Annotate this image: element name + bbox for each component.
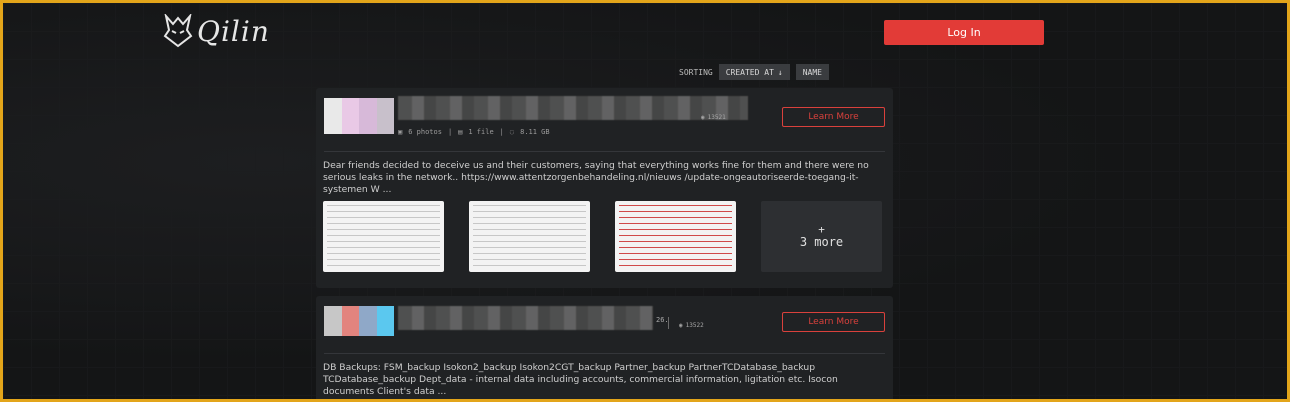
learn-more-button[interactable]: Learn More: [782, 312, 885, 332]
arrow-down-icon: ↓: [777, 67, 783, 77]
photos-icon: ▣: [398, 128, 403, 136]
photos-count: 6 photos: [408, 128, 442, 136]
post-title-blurred[interactable]: [398, 96, 748, 120]
post-title-tail: 26.: [656, 316, 669, 324]
eye-icon: ◉: [701, 114, 705, 121]
files-count: 1 file: [468, 128, 494, 136]
files-size: 8.11 GB: [520, 128, 550, 136]
views-count: 13522: [685, 322, 704, 329]
screenshot-thumbnail[interactable]: [615, 201, 736, 272]
views-count: 13521: [707, 114, 726, 121]
site-logo[interactable]: Qilin: [163, 11, 273, 51]
sort-created-at-label: CREATED AT: [725, 67, 774, 77]
screenshot-thumbnail[interactable]: [323, 201, 444, 272]
post-thumbnail[interactable]: [324, 306, 394, 336]
post-description: DB Backups: FSM_backup Isokon2_backup Is…: [323, 362, 838, 397]
post-description: Dear friends decided to deceive us and t…: [323, 160, 869, 195]
eye-icon: ◉: [679, 322, 683, 329]
storage-icon: ◌: [509, 128, 515, 136]
sorting-label: SORTING: [679, 67, 713, 77]
post-title-blurred[interactable]: [398, 306, 653, 330]
card-divider: [324, 353, 885, 354]
more-label: 3 more: [799, 234, 844, 249]
file-icon: ▤: [458, 128, 463, 136]
more-screenshots-button[interactable]: + 3 more: [761, 201, 882, 272]
logo-text: Qilin: [197, 14, 270, 48]
post-meta: ▣ 6 photos | ▤ 1 file | ◌ 8.11 GB: [398, 128, 550, 136]
separator: [668, 317, 669, 329]
views-counter: ◉ 13521: [701, 114, 726, 121]
login-button[interactable]: Log In: [884, 20, 1044, 45]
qilin-mask-icon: [163, 14, 193, 48]
views-counter: ◉ 13522: [679, 322, 704, 329]
sorting-bar: SORTING CREATED AT ↓ NAME: [679, 64, 829, 80]
sort-name-button[interactable]: NAME: [795, 64, 829, 80]
sort-created-at-button[interactable]: CREATED AT ↓: [718, 64, 790, 80]
plus-icon: +: [818, 222, 825, 236]
page-frame: Qilin Log In SORTING CREATED AT ↓ NAME ◉…: [0, 0, 1290, 402]
card-divider: [324, 151, 885, 152]
screenshot-thumbnail[interactable]: [469, 201, 590, 272]
post-card: 26. ◉ 13522 Learn More DB Backups: FSM_b…: [316, 296, 893, 399]
post-card: ◉ 13521 Learn More ▣ 6 photos | ▤ 1 file…: [316, 88, 893, 288]
post-thumbnail[interactable]: [324, 98, 394, 134]
learn-more-button[interactable]: Learn More: [782, 107, 885, 127]
screenshot-gallery: + 3 more: [323, 201, 882, 272]
